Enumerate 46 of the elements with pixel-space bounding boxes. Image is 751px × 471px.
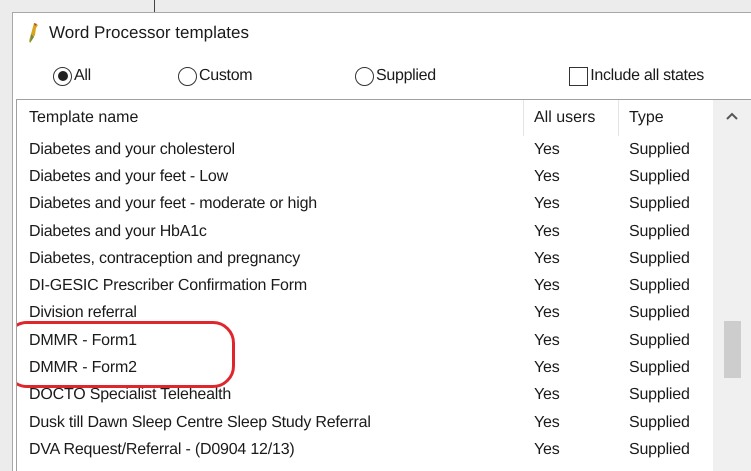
table-cell-text: Yes bbox=[534, 330, 560, 351]
table-cell-text: DMMR - Form1 bbox=[29, 330, 137, 351]
table-cell-text: Supplied bbox=[629, 385, 690, 406]
table-cell-text: DVA Request/Referral - (D0904 12/13) bbox=[29, 440, 295, 460]
filter-radio[interactable]: All bbox=[13, 64, 178, 88]
table-cell-text: Supplied bbox=[629, 330, 690, 351]
table-cell-text: Supplied bbox=[629, 166, 690, 187]
table-cell-text: Supplied bbox=[629, 194, 690, 214]
table-cell-text: DOCTO Specialist Telehealth bbox=[29, 385, 232, 406]
filter-radio[interactable]: Custom bbox=[178, 64, 355, 88]
table-cell-text: Supplied bbox=[629, 140, 690, 160]
scrollbar-thumb[interactable] bbox=[724, 321, 740, 378]
window-title: Word Processor templates bbox=[49, 22, 249, 44]
table-cell-text: DMMR - Form2 bbox=[29, 358, 137, 378]
table-cell-text: Yes bbox=[534, 222, 560, 242]
table-cell-text: Diabetes and your cholesterol bbox=[29, 140, 235, 160]
table-cell-text: Yes bbox=[534, 358, 560, 378]
table-cell-text: Yes bbox=[534, 303, 560, 324]
table-cell-text: Diabetes, contraception and pregnancy bbox=[29, 248, 300, 269]
table-cell-text: DI-GESIC Prescriber Confirmation Form bbox=[29, 276, 307, 296]
table-cell-text: Supplied bbox=[629, 412, 690, 433]
table-cell-text: Supplied bbox=[629, 276, 690, 296]
table-cell-text: Diabetes and your feet - moderate or high bbox=[29, 194, 317, 214]
table-cell-text: Supplied bbox=[629, 248, 690, 269]
column-header[interactable]: All users bbox=[523, 100, 618, 136]
table-cell-text: Yes bbox=[534, 248, 560, 269]
table-cell-text: Yes bbox=[534, 194, 560, 214]
table-cell-text: Supplied bbox=[629, 358, 690, 378]
filter-radio[interactable]: Supplied bbox=[355, 64, 555, 88]
table-cell-text: Diabetes and your feet - Low bbox=[29, 166, 228, 187]
table-cell-text: Yes bbox=[534, 140, 560, 160]
table-cell-text: Yes bbox=[534, 385, 560, 406]
scroll-up-icon[interactable] bbox=[726, 112, 738, 120]
table-cell-text: Division referral bbox=[29, 303, 137, 324]
table-cell-text: Yes bbox=[534, 412, 560, 433]
column-header[interactable]: Template name bbox=[17, 100, 523, 136]
include-all-states-checkbox[interactable]: Include all states bbox=[569, 64, 704, 88]
table-cell-text: Dusk till Dawn Sleep Centre Sleep Study Referral bbox=[29, 412, 371, 433]
table-cell-text: Supplied bbox=[629, 303, 690, 324]
table-cell-text: Diabetes and your HbA1c bbox=[29, 222, 207, 242]
table-cell-text: Yes bbox=[534, 276, 560, 296]
table-cell-text: Yes bbox=[534, 166, 560, 187]
scrollbar[interactable] bbox=[713, 100, 751, 471]
table-cell-text: Yes bbox=[534, 440, 560, 460]
table-cell-text: Supplied bbox=[629, 440, 690, 460]
table-cell-text: Supplied bbox=[629, 222, 690, 242]
